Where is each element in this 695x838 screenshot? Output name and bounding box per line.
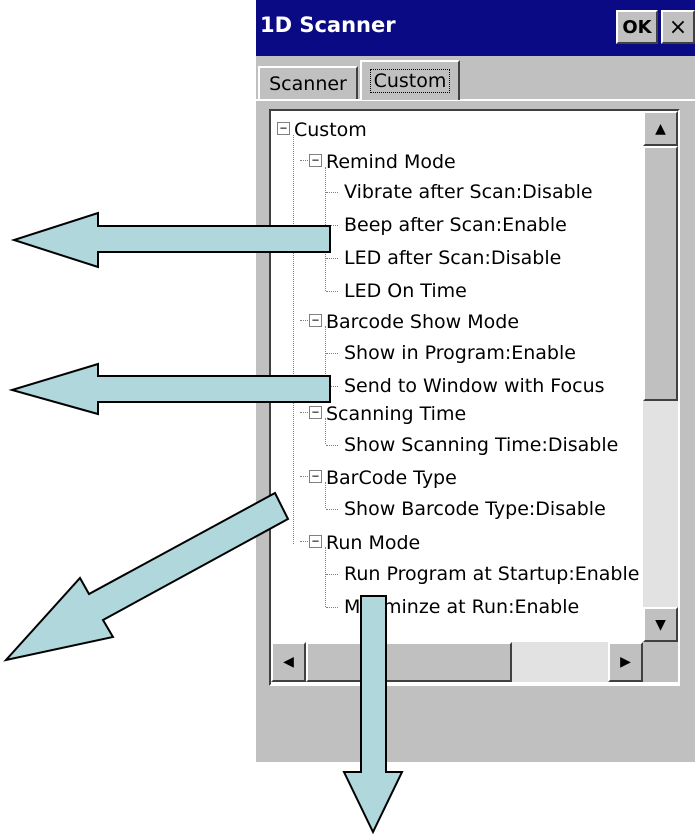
- arrow-diagonal-annotation: [3, 491, 290, 662]
- arrow-down-annotation: [342, 595, 404, 835]
- tab-custom[interactable]: Custom: [360, 60, 460, 100]
- arrow-left-annotation-1: [10, 211, 331, 269]
- tab-custom-label: Custom: [369, 69, 451, 93]
- arrow-left-annotation-2: [8, 362, 331, 416]
- annotation-arrows: [3, 211, 404, 835]
